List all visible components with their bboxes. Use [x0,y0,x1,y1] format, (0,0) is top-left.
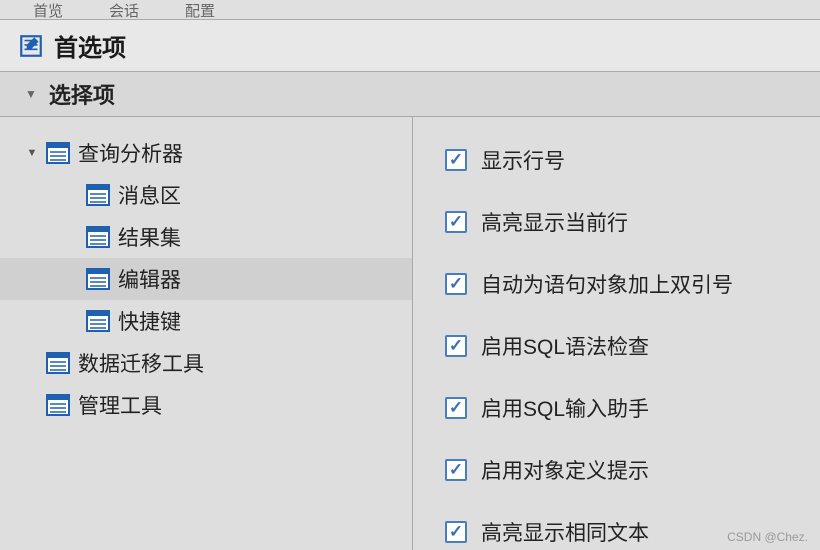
sidebar-tree: ▼ 查询分析器 消息区 结果集 编辑器 快捷键 数据迁移工具 [0,117,413,550]
checkmark-icon: ✓ [449,398,463,418]
list-icon [86,226,110,248]
tree-node[interactable]: ▼ 查询分析器 [0,132,412,174]
checkbox-row: ✓ 启用SQL语法检查 [445,331,788,361]
checkbox-row: ✓ 启用对象定义提示 [445,455,788,485]
checkbox-label: 启用SQL输入助手 [481,393,649,423]
checkbox-label: 自动为语句对象加上双引号 [481,269,733,299]
tree-node-label: 快捷键 [118,306,181,336]
tree-node-label: 消息区 [118,180,181,210]
checkmark-icon: ✓ [449,336,463,356]
checkbox-label: 显示行号 [481,145,565,175]
tree-node-label: 编辑器 [118,264,181,294]
tree-node[interactable]: 编辑器 [0,258,412,300]
checkbox[interactable]: ✓ [445,459,467,481]
list-icon [46,394,70,416]
tree-node[interactable]: 消息区 [0,174,412,216]
checkbox-label: 高亮显示当前行 [481,207,628,237]
preferences-icon [18,33,44,59]
preferences-header: 首选项 [0,20,820,72]
checkbox-row: ✓ 启用SQL输入助手 [445,393,788,423]
checkbox[interactable]: ✓ [445,149,467,171]
checkmark-icon: ✓ [449,460,463,480]
header-title: 首选项 [54,28,126,63]
content-panel: ✓ 显示行号 ✓ 高亮显示当前行 ✓ 自动为语句对象加上双引号 ✓ 启用SQL语… [413,117,820,550]
checkbox-row: ✓ 自动为语句对象加上双引号 [445,269,788,299]
checkmark-icon: ✓ [449,212,463,232]
tree-node[interactable]: 管理工具 [0,384,412,426]
checkbox-row: ✓ 高亮显示当前行 [445,207,788,237]
checkmark-icon: ✓ [449,150,463,170]
tree-node-label: 查询分析器 [78,138,183,168]
tree-node-label: 管理工具 [78,390,162,420]
top-tab[interactable]: 首览 [25,0,71,19]
checkbox[interactable]: ✓ [445,521,467,543]
checkbox-label: 启用SQL语法检查 [481,331,649,361]
collapse-icon: ▼ [25,87,37,101]
tree-node[interactable]: 数据迁移工具 [0,342,412,384]
tree-node[interactable]: 快捷键 [0,300,412,342]
list-icon [86,268,110,290]
top-tabs: 首览 会话 配置 [0,0,820,20]
checkbox[interactable]: ✓ [445,397,467,419]
list-icon [46,142,70,164]
checkbox-label: 高亮显示相同文本 [481,517,649,547]
expand-arrow-icon[interactable]: ▼ [18,147,46,159]
list-icon [46,352,70,374]
section-title: 选择项 [49,78,115,110]
checkbox[interactable]: ✓ [445,211,467,233]
top-tab[interactable]: 会话 [101,0,147,19]
tree-node-label: 结果集 [118,222,181,252]
checkbox[interactable]: ✓ [445,335,467,357]
checkmark-icon: ✓ [449,274,463,294]
tree-node[interactable]: 结果集 [0,216,412,258]
checkbox-row: ✓ 显示行号 [445,145,788,175]
tree-node-label: 数据迁移工具 [78,348,204,378]
main-area: ▼ 查询分析器 消息区 结果集 编辑器 快捷键 数据迁移工具 [0,117,820,550]
checkmark-icon: ✓ [449,522,463,542]
checkbox[interactable]: ✓ [445,273,467,295]
list-icon [86,310,110,332]
top-tab[interactable]: 配置 [177,0,223,19]
watermark: CSDN @Chez. [727,530,808,544]
checkbox-label: 启用对象定义提示 [481,455,649,485]
section-header[interactable]: ▼ 选择项 [0,72,820,117]
list-icon [86,184,110,206]
